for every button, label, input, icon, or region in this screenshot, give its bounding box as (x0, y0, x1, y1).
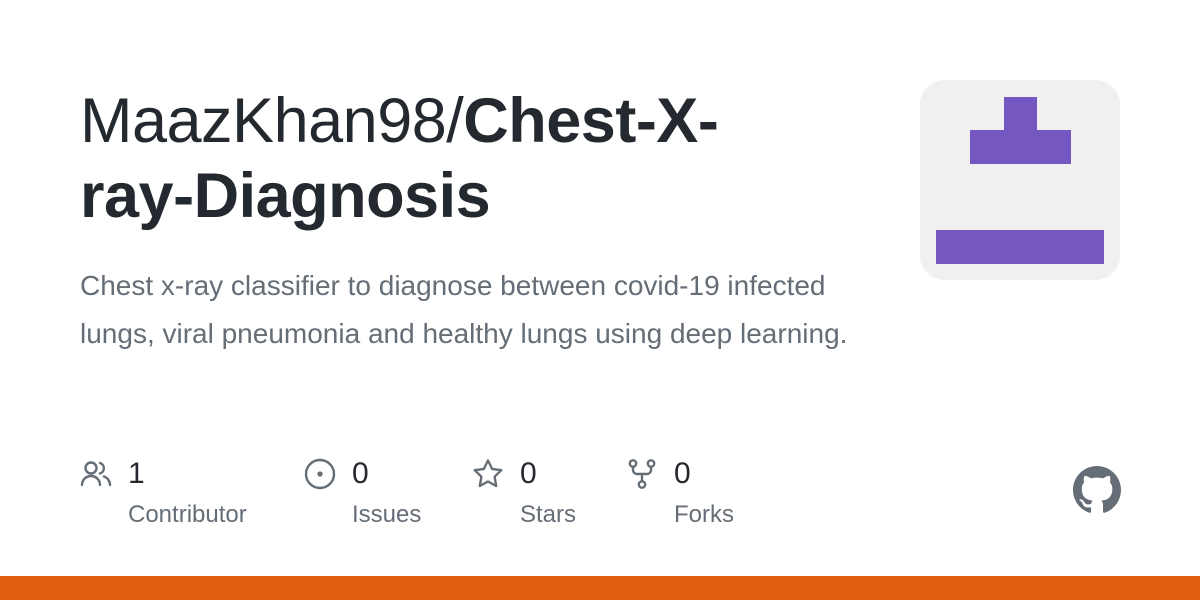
issues-label: Issues (352, 501, 422, 528)
repo-owner[interactable]: MaazKhan98/ (80, 86, 464, 156)
fork-icon (626, 458, 658, 490)
repo-stats: 1 Contributor 0 Issues 0 Stars 0 Forks (80, 452, 780, 542)
identicon-icon (936, 97, 1104, 264)
issues-count: 0 (352, 457, 369, 490)
forks-count: 0 (674, 457, 691, 490)
language-color-bar (0, 576, 1200, 600)
repo-description: Chest x-ray classifier to diagnose betwe… (80, 270, 848, 349)
star-icon (472, 458, 504, 490)
stars-label: Stars (520, 501, 577, 528)
stars-count: 0 (520, 457, 537, 490)
owner-avatar[interactable] (920, 80, 1120, 280)
github-mark-icon[interactable] (1073, 466, 1121, 514)
contributors-label: Contributor (128, 501, 247, 528)
issue-icon (304, 458, 336, 490)
forks-label: Forks (674, 501, 734, 528)
repo-title: MaazKhan98/Chest-X-ray-Diagnosis (80, 84, 780, 234)
contributors-count: 1 (128, 457, 145, 490)
people-icon (80, 458, 112, 490)
